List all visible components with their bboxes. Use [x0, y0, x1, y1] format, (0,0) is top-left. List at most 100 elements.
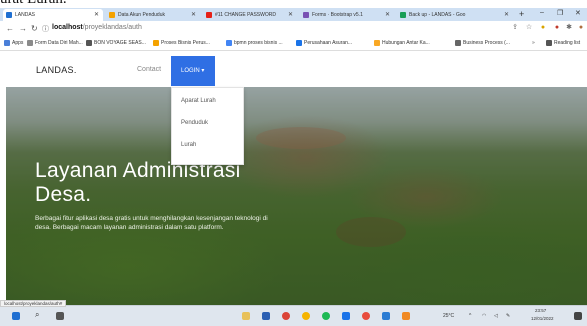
tab-close-icon[interactable]: ✕ — [504, 11, 509, 18]
file-explorer-icon[interactable] — [242, 312, 250, 320]
volume-icon[interactable]: ◁ — [494, 313, 498, 319]
bookmark-proses-bisnis[interactable]: Proses Bisnis Perus... — [153, 40, 210, 46]
bookmark-perusahaan[interactable]: Perusahaan Asuran... — [296, 40, 352, 46]
start-icon[interactable] — [12, 312, 20, 320]
taskbar-app-icon[interactable] — [302, 312, 310, 320]
windows-taskbar: ⌕ 25°C ^ ◠ ◁ ✎ 23:57 12/01/2022 — [0, 305, 587, 326]
bookmark-label: bpmn proses bisnis ... — [234, 40, 283, 46]
back-icon[interactable]: ← — [6, 24, 14, 33]
search-icon[interactable]: ⌕ — [35, 310, 39, 320]
bookmark-bon-voyage[interactable]: BON VOYAGE SEAS... — [86, 40, 146, 46]
puzzle-icon[interactable]: ✱ — [565, 24, 573, 32]
tab-label: Forms · Bootstrap v5.1 — [312, 12, 363, 18]
bookmark-business-process[interactable]: Business Process (... — [455, 40, 510, 46]
spotify-icon[interactable] — [322, 312, 330, 320]
tab-favicon-icon — [6, 12, 12, 18]
tab-backup-drive[interactable]: Back up - LANDAS - Goo ✕ — [397, 9, 513, 21]
chrome-icon[interactable] — [282, 312, 290, 320]
bookmark-label: Business Process (... — [463, 40, 510, 46]
bookmark-apps[interactable]: Apps — [4, 40, 23, 46]
site-info-icon[interactable]: ⓘ — [42, 24, 49, 34]
bookmark-label: Hubungan Antar Ka... — [382, 40, 430, 46]
weather-temperature[interactable]: 25°C — [443, 313, 454, 319]
profile-avatar-icon[interactable]: ● — [577, 24, 585, 32]
dropdown-item-aparat-lurah[interactable]: Aparat Lurah — [181, 98, 216, 104]
taskbar-app-icon[interactable] — [262, 312, 270, 320]
pen-icon[interactable]: ✎ — [506, 313, 510, 319]
vscode-icon[interactable] — [382, 312, 390, 320]
dropdown-item-penduduk[interactable]: Penduduk — [181, 120, 208, 126]
url-path: /proyeklandas/auth — [82, 24, 142, 31]
bookmark-label: Form Data Diri Mah... — [35, 40, 83, 46]
bookmark-favicon-icon — [153, 40, 159, 46]
address-bar: ← → ↻ ⓘ localhost/proyeklandas/auth ⇪ ☆ … — [0, 21, 587, 38]
bookmark-favicon-icon — [86, 40, 92, 46]
bookmark-label: BON VOYAGE SEAS... — [94, 40, 146, 46]
taskbar-app-icon[interactable] — [342, 312, 350, 320]
minimize-icon[interactable]: – — [540, 9, 544, 16]
taskbar-app-icon[interactable] — [362, 312, 370, 320]
close-window-icon[interactable]: ✕ — [575, 9, 581, 17]
bookmark-favicon-icon — [374, 40, 380, 46]
nav-contact-link[interactable]: Contact — [137, 66, 161, 73]
hero-description: Berbagai fitur aplikasi desa gratis untu… — [35, 215, 268, 231]
tab-label: Data Akun Penduduk — [118, 12, 165, 18]
tab-bootstrap-forms[interactable]: Forms · Bootstrap v5.1 ✕ — [300, 9, 394, 21]
task-view-icon[interactable] — [56, 312, 64, 320]
youtube-icon — [206, 12, 212, 18]
tab-data-akun[interactable]: Data Akun Penduduk ✕ — [106, 9, 200, 21]
bookmark-reading-list[interactable]: Reading list — [546, 40, 580, 46]
tab-close-icon[interactable]: ✕ — [385, 11, 390, 18]
bookmarks-bar: Apps Form Data Diri Mah... BON VOYAGE SE… — [0, 38, 587, 51]
tab-close-icon[interactable]: ✕ — [191, 11, 196, 18]
login-dropdown-menu: Aparat Lurah Penduduk Lurah — [171, 87, 244, 165]
extension-red-icon[interactable]: ● — [553, 24, 561, 32]
bookmark-hubungan[interactable]: Hubungan Antar Ka... — [374, 40, 430, 46]
new-tab-icon[interactable]: + — [519, 9, 524, 19]
bookmark-label: Apps — [12, 40, 24, 46]
drive-icon — [400, 12, 406, 18]
bookmark-label: Perusahaan Asuran... — [304, 40, 353, 46]
share-icon[interactable]: ⇪ — [511, 24, 519, 32]
bookmark-label: Reading list — [554, 40, 581, 46]
network-icon[interactable]: ◠ — [482, 313, 486, 319]
tab-label: #11 CHANGE PASSWORD — [215, 12, 276, 18]
browser-tab-strip: LANDAS ✕ Data Akun Penduduk ✕ #11 CHANGE… — [0, 8, 587, 21]
tray-chevron-icon[interactable]: ^ — [469, 313, 471, 319]
apps-grid-icon — [4, 40, 10, 46]
bookmark-favicon-icon — [27, 40, 33, 46]
caption-text: urat Lurah. — [0, 0, 67, 8]
tab-landas[interactable]: LANDAS ✕ — [3, 9, 103, 21]
clock-time[interactable]: 23:57 — [535, 308, 546, 313]
hero-section: Layanan Administrasi Desa. Berbagai fitu… — [6, 87, 587, 305]
url-field[interactable]: localhost/proyeklandas/auth — [52, 24, 142, 31]
bookmark-bpmn[interactable]: bpmn proses bisnis ... — [226, 40, 283, 46]
bootstrap-icon — [303, 12, 309, 18]
site-brand[interactable]: LANDAS. — [36, 65, 77, 75]
extension-icon[interactable]: ● — [539, 24, 547, 32]
bookmark-form-data-diri[interactable]: Form Data Diri Mah... — [27, 40, 83, 46]
xampp-icon[interactable] — [402, 312, 410, 320]
forward-icon[interactable]: → — [19, 24, 27, 33]
hero-title: Layanan Administrasi Desa. — [35, 159, 241, 207]
dropdown-item-lurah[interactable]: Lurah — [181, 142, 196, 148]
tab-label: Back up - LANDAS - Goo — [409, 12, 466, 18]
tab-label: LANDAS — [15, 12, 36, 18]
tab-close-icon[interactable]: ✕ — [94, 11, 99, 18]
more-bookmarks-icon[interactable]: » — [532, 40, 535, 46]
notification-icon[interactable] — [574, 312, 582, 320]
reading-list-icon — [546, 40, 552, 46]
maximize-icon[interactable]: ❐ — [557, 9, 563, 17]
bookmark-favicon-icon — [296, 40, 302, 46]
bookmark-label: Proses Bisnis Perus... — [161, 40, 210, 46]
status-bar-url: localhost/proyeklandas/auth# — [0, 300, 67, 307]
url-host: localhost — [52, 24, 83, 31]
tab-change-password[interactable]: #11 CHANGE PASSWORD ✕ — [203, 9, 297, 21]
tab-favicon-icon — [109, 12, 115, 18]
reload-icon[interactable]: ↻ — [31, 24, 38, 33]
tab-close-icon[interactable]: ✕ — [288, 11, 293, 18]
star-icon[interactable]: ☆ — [525, 24, 533, 32]
bookmark-favicon-icon — [455, 40, 461, 46]
clock-date[interactable]: 12/01/2022 — [531, 316, 554, 321]
nav-login-button[interactable]: LOGIN ▾ — [171, 56, 215, 86]
